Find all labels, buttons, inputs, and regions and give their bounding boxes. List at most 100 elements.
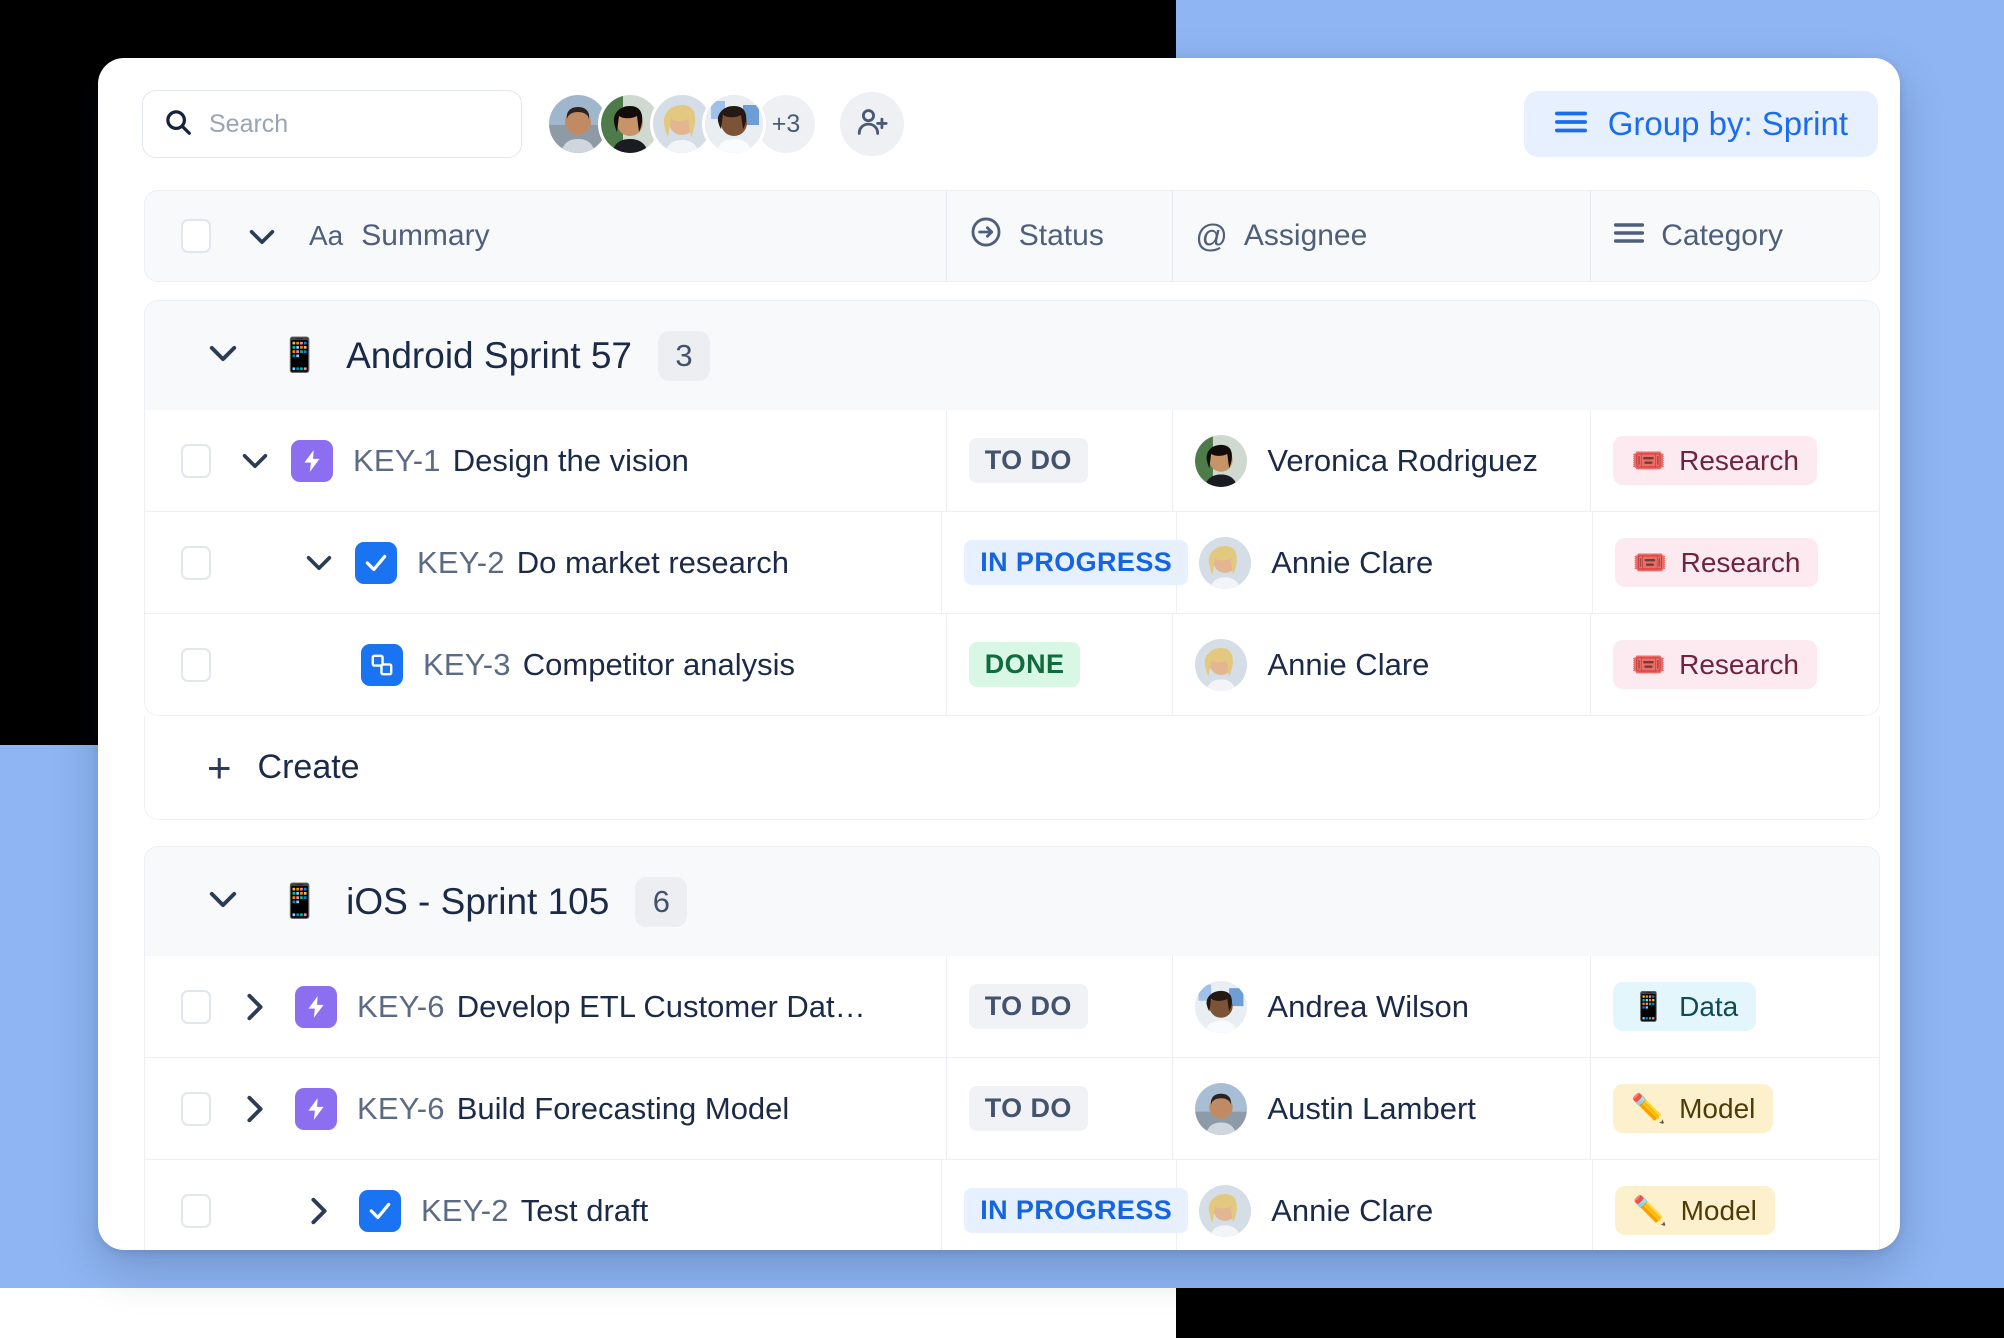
row-status-cell[interactable]: IN PROGRESS <box>941 512 1189 613</box>
row-assignee-cell[interactable]: Annie Clare <box>1176 1160 1592 1250</box>
assignee-name: Annie Clare <box>1267 646 1430 682</box>
task-check-icon <box>359 1189 401 1232</box>
table-row[interactable]: KEY-6 Build Forecasting Model TO DO Aust… <box>145 1057 1879 1159</box>
group-emoji: 📱 <box>279 336 321 373</box>
status-badge: TO DO <box>968 1086 1088 1131</box>
row-checkbox[interactable] <box>181 989 211 1024</box>
issue-summary: Develop ETL Customer Dat… <box>456 988 866 1024</box>
chevron-down-icon[interactable] <box>297 555 341 571</box>
select-all-checkbox[interactable] <box>181 219 211 253</box>
row-category-cell[interactable]: 📱 Data <box>1590 956 1879 1057</box>
row-summary-cell[interactable]: KEY-6 Build Forecasting Model <box>145 1058 946 1159</box>
row-summary-cell[interactable]: KEY-6 Develop ETL Customer Dat… <box>145 956 946 1057</box>
row-status-cell[interactable]: TO DO <box>945 956 1173 1057</box>
row-assignee-cell[interactable]: Annie Clare <box>1176 512 1592 613</box>
create-row-android[interactable]: + Create <box>144 716 1880 820</box>
issue-summary: Test draft <box>520 1192 649 1228</box>
ticket-emoji-icon: 🎟️ <box>1632 547 1668 578</box>
row-status-cell[interactable]: IN PROGRESS <box>941 1160 1189 1250</box>
row-status-cell[interactable]: TO DO <box>945 1058 1173 1159</box>
row-status-cell[interactable]: TO DO <box>945 410 1173 511</box>
issue-key: KEY-6 <box>357 1090 445 1126</box>
chevron-down-icon[interactable] <box>233 453 277 469</box>
row-checkbox[interactable] <box>181 443 211 478</box>
group-title: iOS - Sprint 105 <box>346 880 610 922</box>
group-emoji: 📱 <box>279 882 321 919</box>
row-category-cell[interactable]: 🎟️ Research <box>1590 614 1879 715</box>
issue-summary: Competitor analysis <box>522 646 795 682</box>
row-status-cell[interactable]: DONE <box>945 614 1173 715</box>
row-assignee-cell[interactable]: Annie Clare <box>1172 614 1590 715</box>
epic-bolt-icon <box>295 985 337 1028</box>
avatar <box>1195 1082 1248 1135</box>
pencil-emoji-icon: ✏️ <box>1632 1195 1668 1226</box>
column-header-status[interactable]: Status <box>945 191 1173 281</box>
issue-summary: Design the vision <box>452 442 689 478</box>
group-count-badge: 6 <box>635 876 688 927</box>
status-badge: TO DO <box>968 984 1088 1029</box>
issue-key: KEY-1 <box>353 442 441 478</box>
add-person-button[interactable] <box>840 92 904 156</box>
epic-bolt-icon <box>295 1087 337 1130</box>
search-input[interactable] <box>207 108 501 140</box>
group-by-label: Group by: Sprint <box>1607 105 1848 142</box>
group-header-android[interactable]: 📱 Android Sprint 57 3 <box>144 300 1880 410</box>
row-category-cell[interactable]: ✏️ Model <box>1590 1058 1879 1159</box>
chevron-right-icon[interactable] <box>297 1197 341 1225</box>
column-header-label: Status <box>1018 219 1104 252</box>
chevron-down-icon[interactable] <box>209 345 237 367</box>
group-count-badge: 3 <box>658 330 710 381</box>
category-label: Model <box>1680 1194 1757 1226</box>
table-row[interactable]: KEY-2 Test draft IN PROGRESS Annie Clare… <box>145 1159 1879 1250</box>
category-label: Model <box>1679 1092 1756 1124</box>
search-box[interactable] <box>142 90 522 158</box>
table-row[interactable]: KEY-1 Design the vision TO DO Veronica R… <box>145 410 1879 511</box>
category-tag: 🎟️ Research <box>1613 640 1817 689</box>
status-badge: TO DO <box>968 438 1088 483</box>
avatar <box>1199 1184 1252 1237</box>
avatar <box>1195 638 1248 691</box>
chevron-down-icon[interactable] <box>209 891 237 913</box>
row-checkbox[interactable] <box>181 1091 211 1126</box>
row-category-cell[interactable]: 🎟️ Research <box>1590 410 1879 511</box>
create-label: Create <box>257 748 360 786</box>
row-category-cell[interactable]: ✏️ Model <box>1591 1160 1879 1250</box>
row-checkbox[interactable] <box>181 647 211 682</box>
row-assignee-cell[interactable]: Andrea Wilson <box>1172 956 1590 1057</box>
row-summary-cell[interactable]: KEY-3 Competitor analysis <box>145 614 946 715</box>
row-checkbox[interactable] <box>181 545 211 580</box>
group-header-ios[interactable]: 📱 iOS - Sprint 105 6 <box>144 846 1880 956</box>
category-label: Research <box>1679 648 1799 680</box>
plus-icon: + <box>207 743 232 791</box>
category-label: Data <box>1679 990 1739 1022</box>
column-header-summary[interactable]: Aa Summary <box>145 191 946 281</box>
search-icon <box>163 107 193 142</box>
group-by-button[interactable]: Group by: Sprint <box>1523 91 1878 157</box>
row-assignee-cell[interactable]: Austin Lambert <box>1172 1058 1590 1159</box>
chevron-right-icon[interactable] <box>233 993 277 1021</box>
column-header-category[interactable]: Category <box>1590 191 1879 281</box>
avatar <box>1195 980 1248 1033</box>
row-assignee-cell[interactable]: Veronica Rodriguez <box>1172 410 1590 511</box>
row-category-cell[interactable]: 🎟️ Research <box>1591 512 1879 613</box>
chevron-down-icon[interactable] <box>249 219 275 253</box>
category-label: Research <box>1679 444 1799 476</box>
column-header-label: Summary <box>361 219 490 252</box>
row-checkbox[interactable] <box>181 1193 211 1228</box>
chevron-right-icon[interactable] <box>233 1095 277 1123</box>
row-summary-cell[interactable]: KEY-2 Test draft <box>145 1160 941 1250</box>
avatar-group[interactable]: +3 <box>546 92 904 156</box>
phone-emoji-icon: 📱 <box>1631 991 1667 1022</box>
table-row[interactable]: KEY-3 Competitor analysis DONE Annie Cla… <box>145 613 1879 715</box>
table-row[interactable]: KEY-2 Do market research IN PROGRESS Ann… <box>145 511 1879 613</box>
avatar[interactable] <box>702 92 766 156</box>
table-row[interactable]: KEY-6 Develop ETL Customer Dat… TO DO An… <box>145 956 1879 1057</box>
group-title: Android Sprint 57 <box>346 334 632 376</box>
subtask-icon <box>361 643 403 686</box>
row-summary-cell[interactable]: KEY-1 Design the vision <box>145 410 946 511</box>
background-black-bottom <box>1176 1288 2004 1338</box>
background-white-bottom <box>0 1288 1176 1338</box>
column-header-assignee[interactable]: @ Assignee <box>1172 191 1590 281</box>
table-header-row: Aa Summary Status @ Assignee Category <box>144 190 1880 282</box>
row-summary-cell[interactable]: KEY-2 Do market research <box>145 512 941 613</box>
